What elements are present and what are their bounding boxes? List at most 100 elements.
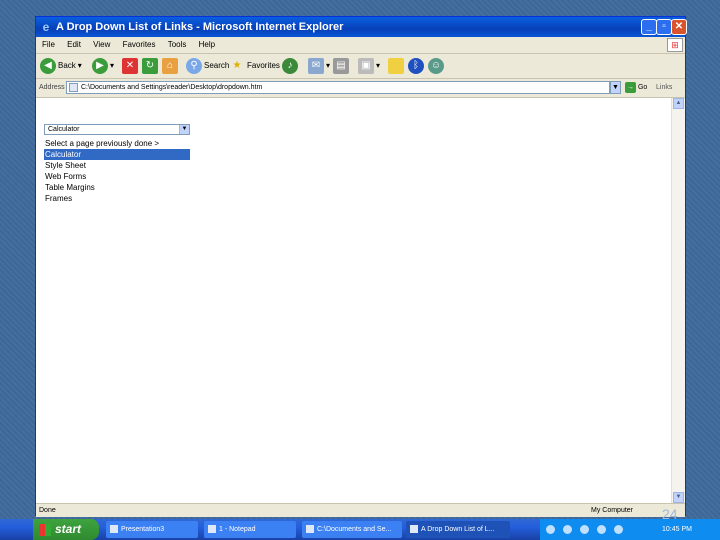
close-button[interactable]: ✕ bbox=[671, 19, 687, 35]
task-label: A Drop Down List of L... bbox=[421, 526, 495, 533]
start-button[interactable]: start bbox=[33, 519, 99, 540]
scroll-down-icon[interactable]: ▼ bbox=[673, 492, 684, 503]
folder-icon bbox=[306, 525, 314, 534]
option-calculator[interactable]: Calculator bbox=[44, 149, 190, 160]
task-explorer[interactable]: C:\Documents and Se... bbox=[302, 521, 402, 538]
refresh-icon: ↻ bbox=[142, 58, 158, 74]
notepad-icon bbox=[208, 525, 216, 534]
address-field[interactable]: C:\Documents and Settings\reader\Desktop… bbox=[66, 81, 610, 94]
internet-explorer-icon bbox=[410, 525, 418, 534]
refresh-button[interactable]: ↻ bbox=[142, 57, 158, 75]
go-button[interactable]: → Go bbox=[625, 81, 655, 94]
menu-edit[interactable]: Edit bbox=[67, 40, 81, 49]
slide-page-number: 24 bbox=[662, 506, 678, 522]
bluetooth-button[interactable]: ᛒ bbox=[408, 57, 424, 75]
home-button[interactable]: ⌂ bbox=[162, 57, 178, 75]
maximize-button[interactable]: ▫ bbox=[656, 19, 672, 35]
messenger-tray-icon[interactable] bbox=[613, 524, 623, 534]
back-label: Back bbox=[58, 61, 76, 70]
go-arrow-icon: → bbox=[625, 82, 636, 93]
forward-button[interactable]: ▶ ▾ bbox=[92, 57, 114, 75]
powerpoint-icon bbox=[110, 525, 118, 534]
forward-dropdown-icon: ▾ bbox=[110, 61, 115, 70]
network-icon[interactable] bbox=[546, 524, 555, 534]
menu-bar: File Edit View Favorites Tools Help ⊞ bbox=[36, 37, 685, 54]
system-tray: 10:45 PM bbox=[540, 519, 720, 540]
taskbar: start Presentation3 1 - Notepad C:\Docum… bbox=[0, 519, 720, 540]
title-bar[interactable]: e A Drop Down List of Links - Microsoft … bbox=[36, 17, 687, 37]
media-button[interactable]: ♪ bbox=[282, 57, 298, 75]
media-icon: ♪ bbox=[282, 58, 298, 74]
home-icon: ⌂ bbox=[162, 58, 178, 74]
mail-icon: ✉ bbox=[308, 58, 324, 74]
page-icon bbox=[69, 83, 78, 92]
search-icon: ⚲ bbox=[186, 58, 202, 74]
windows-flag-icon bbox=[39, 523, 51, 536]
internet-explorer-icon: e bbox=[42, 20, 50, 34]
option-frames[interactable]: Frames bbox=[44, 193, 190, 204]
vertical-scrollbar[interactable]: ▲ ▼ bbox=[671, 98, 685, 503]
address-label: Address bbox=[39, 84, 65, 91]
page-select[interactable]: Calculator ▼ bbox=[44, 124, 190, 135]
task-notepad[interactable]: 1 - Notepad bbox=[204, 521, 296, 538]
security-icon[interactable] bbox=[596, 524, 606, 534]
toolbar: ◀ Back ▾ ▶ ▾ ✕ ↻ ⌂ ⚲ Search ★ Favorites … bbox=[36, 54, 685, 79]
print-icon: ▤ bbox=[333, 58, 349, 74]
browser-window: e A Drop Down List of Links - Microsoft … bbox=[35, 16, 687, 517]
dropdown-list: Select a page previously done > Calculat… bbox=[44, 138, 190, 204]
volume-icon[interactable] bbox=[562, 524, 572, 534]
option-style-sheet[interactable]: Style Sheet bbox=[44, 160, 190, 171]
chevron-down-icon[interactable]: ▼ bbox=[179, 125, 189, 134]
start-label: start bbox=[55, 522, 82, 536]
minimize-button[interactable]: _ bbox=[641, 19, 657, 35]
menu-help[interactable]: Help bbox=[199, 40, 215, 49]
select-value: Calculator bbox=[48, 126, 80, 133]
people-button[interactable]: ☺ bbox=[428, 57, 444, 75]
menu-view[interactable]: View bbox=[93, 40, 110, 49]
stop-icon: ✕ bbox=[122, 58, 138, 74]
bluetooth-tray-icon[interactable] bbox=[579, 524, 589, 534]
option-web-forms[interactable]: Web Forms bbox=[44, 171, 190, 182]
scroll-up-icon[interactable]: ▲ bbox=[673, 98, 684, 109]
edit-button[interactable]: ▣ ▾ bbox=[358, 57, 380, 75]
page-content: Calculator ▼ Select a page previously do… bbox=[36, 98, 673, 503]
mail-button[interactable]: ✉ ▾ bbox=[308, 57, 330, 75]
status-text: Done bbox=[39, 507, 56, 514]
favorites-label: Favorites bbox=[247, 61, 280, 70]
search-label: Search bbox=[204, 61, 230, 70]
edit-icon: ▣ bbox=[358, 58, 374, 74]
zone-label: My Computer bbox=[591, 507, 634, 514]
links-button[interactable]: Links bbox=[656, 79, 672, 97]
menu-favorites[interactable]: Favorites bbox=[123, 40, 156, 49]
note-icon bbox=[388, 58, 404, 74]
task-label: Presentation3 bbox=[121, 526, 165, 533]
menu-tools[interactable]: Tools bbox=[168, 40, 187, 49]
windows-logo-icon: ⊞ bbox=[667, 38, 683, 52]
forward-arrow-icon: ▶ bbox=[92, 58, 108, 74]
menu-file[interactable]: File bbox=[42, 40, 55, 49]
back-dropdown-icon: ▾ bbox=[77, 61, 82, 70]
back-button[interactable]: ◀ Back ▾ bbox=[40, 57, 82, 75]
bluetooth-icon: ᛒ bbox=[408, 58, 424, 74]
window-title: A Drop Down List of Links - Microsoft In… bbox=[56, 21, 344, 33]
edit-dropdown-icon: ▾ bbox=[376, 61, 381, 70]
messenger-button[interactable] bbox=[388, 57, 404, 75]
option-table-margins[interactable]: Table Margins bbox=[44, 182, 190, 193]
address-dropdown-icon[interactable]: ▼ bbox=[610, 81, 621, 94]
task-label: C:\Documents and Se... bbox=[317, 526, 392, 533]
search-button[interactable]: ⚲ Search bbox=[186, 57, 229, 75]
task-presentation[interactable]: Presentation3 bbox=[106, 521, 198, 538]
address-value: C:\Documents and Settings\reader\Desktop… bbox=[81, 84, 263, 91]
task-browser[interactable]: A Drop Down List of L... bbox=[406, 521, 510, 538]
print-button[interactable]: ▤ bbox=[333, 57, 349, 75]
task-label: 1 - Notepad bbox=[219, 526, 256, 533]
back-arrow-icon: ◀ bbox=[40, 58, 56, 74]
stop-button[interactable]: ✕ bbox=[122, 57, 138, 75]
status-bar: Done My Computer bbox=[36, 503, 685, 517]
star-icon: ★ bbox=[232, 60, 242, 71]
go-label: Go bbox=[637, 84, 648, 91]
clock[interactable]: 10:45 PM bbox=[662, 519, 692, 540]
mail-dropdown-icon: ▾ bbox=[326, 61, 331, 70]
option-select-page[interactable]: Select a page previously done > bbox=[44, 138, 190, 149]
favorites-button[interactable]: ★ Favorites bbox=[229, 57, 280, 75]
